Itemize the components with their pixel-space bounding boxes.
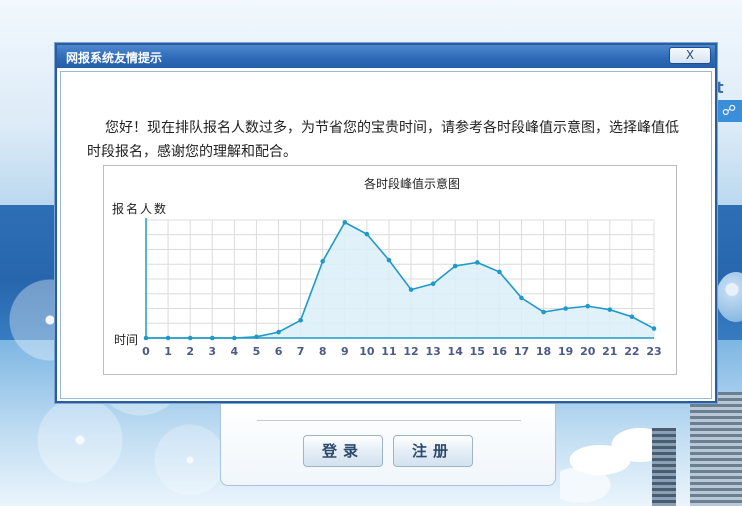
dialog-body: 您好！现在排队报名人数过多，为节省您的宝贵时间，请参考各时段峰值示意图，选择峰值… xyxy=(60,71,712,399)
data-point xyxy=(607,307,613,312)
login-button[interactable]: 登录 xyxy=(303,435,383,467)
login-panel: 登录 注册 xyxy=(220,400,556,486)
data-point xyxy=(541,309,546,315)
x-tick-label: 8 xyxy=(319,345,327,358)
x-tick-label: 1 xyxy=(164,345,172,358)
data-point xyxy=(585,303,591,309)
data-point xyxy=(386,257,392,263)
data-point xyxy=(475,260,480,265)
data-point xyxy=(342,220,348,225)
x-tick-label: 2 xyxy=(186,345,194,358)
data-point xyxy=(254,334,259,340)
x-tick-label: 7 xyxy=(297,345,305,358)
peak-chart: 0 1 2 3 4 5 6 7 8 9 10 11 12 13 14 15 16 17 18 19 20 21 22 23 各时… xyxy=(103,165,677,375)
x-tick-label: 15 xyxy=(470,345,485,358)
x-tick-label: 11 xyxy=(381,345,396,358)
x-tick-label: 20 xyxy=(580,345,596,358)
data-point xyxy=(165,335,171,341)
x-tick-label: 13 xyxy=(425,345,440,358)
divider xyxy=(257,420,521,421)
y-axis-label: 报名人数 xyxy=(112,201,168,216)
x-tick-label: 14 xyxy=(448,345,464,358)
data-point xyxy=(452,263,458,269)
x-tick-label: 19 xyxy=(558,345,573,358)
x-tick-label: 18 xyxy=(536,345,551,358)
building-decoration xyxy=(690,392,742,506)
x-tick-label: 17 xyxy=(514,345,529,358)
x-tick-label: 9 xyxy=(341,345,349,358)
x-tick-label: 16 xyxy=(492,345,508,358)
data-point xyxy=(430,281,436,287)
x-tick-label: 3 xyxy=(208,345,216,358)
data-point xyxy=(209,335,215,341)
data-point xyxy=(320,259,325,264)
data-point xyxy=(519,295,524,301)
x-axis-label: 时间 xyxy=(114,333,138,347)
x-tick-label: 5 xyxy=(253,345,261,358)
x-tick-label: 10 xyxy=(359,345,375,358)
x-tick-label: 6 xyxy=(275,345,283,358)
x-tick-label: 23 xyxy=(646,345,661,358)
data-point xyxy=(187,335,193,341)
x-tick-label: 0 xyxy=(142,345,150,358)
register-button[interactable]: 注册 xyxy=(393,435,473,467)
chart-title: 各时段峰值示意图 xyxy=(364,176,460,191)
dialog-titlebar[interactable]: 网报系统友情提示 X xyxy=(57,45,715,68)
series-area xyxy=(146,222,654,338)
building-decoration xyxy=(652,428,676,506)
data-point xyxy=(408,287,414,292)
share-icon[interactable]: ☍ xyxy=(716,100,742,122)
background-title-fragment: t xyxy=(716,78,724,97)
data-point xyxy=(629,314,635,320)
x-tick-label: 12 xyxy=(403,345,418,358)
data-point xyxy=(143,335,149,341)
data-point xyxy=(298,318,303,323)
x-tick-label: 22 xyxy=(624,345,639,358)
data-point xyxy=(563,306,568,311)
data-point xyxy=(364,231,370,237)
notice-dialog: 网报系统友情提示 X 您好！现在排队报名人数过多，为节省您的宝贵时间，请参考各时… xyxy=(55,43,717,403)
x-tick-label: 4 xyxy=(231,345,239,358)
notice-message: 您好！现在排队报名人数过多，为节省您的宝贵时间，请参考各时段峰值示意图，选择峰值… xyxy=(87,120,679,160)
data-point xyxy=(497,269,502,275)
x-tick-label: 21 xyxy=(602,345,617,358)
close-button[interactable]: X xyxy=(669,47,711,64)
data-point xyxy=(232,335,237,341)
data-point xyxy=(276,329,281,335)
data-point xyxy=(651,326,657,331)
dialog-title: 网报系统友情提示 xyxy=(66,51,163,65)
peak-chart-svg: 0 1 2 3 4 5 6 7 8 9 10 11 12 13 14 15 16 17 18 19 20 21 22 23各时… xyxy=(112,176,662,358)
